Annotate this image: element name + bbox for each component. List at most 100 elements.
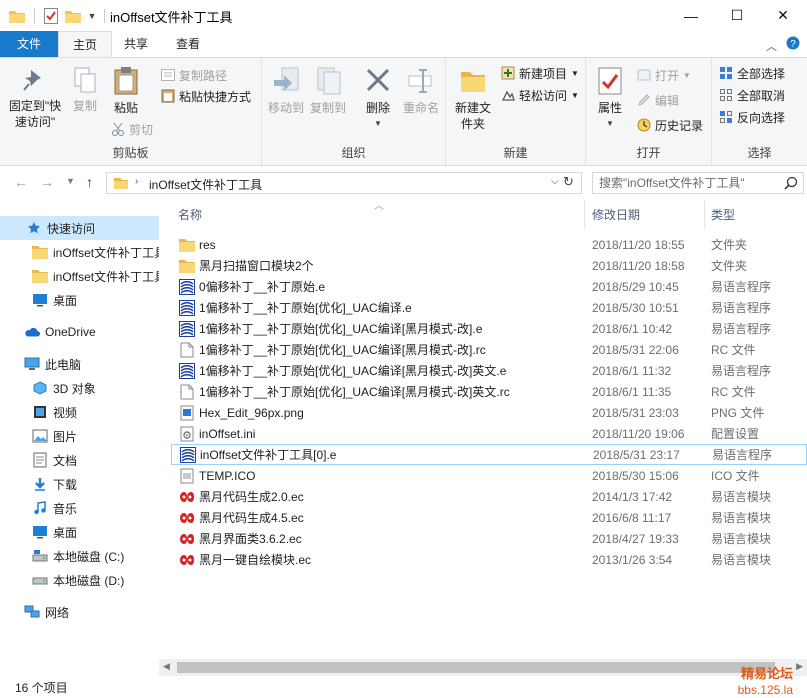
search-input[interactable]: 搜索"inOffset文件补丁工具" [592, 172, 804, 194]
file-name: 1偏移补丁__补丁原始[优化]_UAC编译.e [199, 301, 412, 315]
paste-shortcut-button[interactable]: 粘贴快捷方式 [160, 86, 251, 106]
column-header-name[interactable]: 名称 [178, 206, 202, 223]
pin-quick-access-button[interactable]: 固定到"快速访问" [4, 66, 66, 130]
paste-button[interactable]: 粘贴 [106, 66, 146, 116]
easy-access-dropdown-icon: ▼ [571, 90, 579, 100]
file-row[interactable]: 1偏移补丁__补丁原始[优化]_UAC编译[黑月模式-改].e 2018/6/1 … [171, 318, 807, 339]
scroll-right-icon[interactable]: ▶ [796, 661, 803, 672]
copy-to-button[interactable]: 复制到 [308, 66, 348, 116]
forward-arrow-icon[interactable]: → [40, 174, 54, 190]
close-button[interactable]: ✕ [760, 0, 806, 31]
tab-share[interactable]: 共享 [110, 31, 162, 57]
file-name: 黑月一键自绘模块.ec [199, 553, 312, 567]
desktop-icon [32, 524, 48, 540]
nav-pictures[interactable]: 图片 [0, 424, 159, 448]
file-row[interactable]: inOffset文件补丁工具[0].e 2018/5/31 23:17 易语言程序 [171, 444, 807, 465]
open-button[interactable]: 打开 ▼ [636, 65, 691, 85]
file-row[interactable]: res 2018/11/20 18:55 文件夹 [171, 234, 807, 255]
file-row[interactable]: 1偏移补丁__补丁原始[优化]_UAC编译.e 2018/5/30 10:51 易语… [171, 297, 807, 318]
new-folder-quick-icon[interactable] [64, 7, 82, 25]
nav-drive-d[interactable]: 本地磁盘 (D:) [0, 568, 159, 592]
history-button[interactable]: 历史记录 [636, 115, 703, 135]
new-item-button[interactable]: 新建项目 ▼ [500, 63, 579, 83]
nav-documents[interactable]: 文档 [0, 448, 159, 472]
address-dropdown-icon[interactable]: ⌵ [551, 176, 559, 187]
nav-desktop[interactable]: 桌面 [0, 520, 159, 544]
nav-videos[interactable]: 视频 [0, 400, 159, 424]
copy-path-button[interactable]: 复制路径 [160, 65, 227, 85]
delete-button[interactable]: 删除 ▼ [358, 66, 398, 132]
nav-network[interactable]: 网络 [0, 600, 159, 624]
file-date: 2018/5/30 15:06 [592, 468, 679, 483]
collapse-ribbon-icon[interactable]: ︿ [766, 38, 777, 54]
select-none-button[interactable]: 全部取消 [718, 85, 785, 105]
file-row[interactable]: 黑月代码生成2.0.ec 2014/1/3 17:42 易语言模块 [171, 486, 807, 507]
help-icon[interactable]: ? [786, 36, 800, 53]
properties-quick-icon[interactable] [42, 7, 60, 25]
refresh-icon[interactable]: ↻ [563, 174, 579, 192]
file-row[interactable]: 黑月扫描窗口模块2个 2018/11/20 18:58 文件夹 [171, 255, 807, 276]
nav-desktop-pinned[interactable]: 桌面 [0, 288, 159, 312]
rename-button[interactable]: 重命名 [400, 66, 442, 116]
nav-onedrive[interactable]: OneDrive [0, 320, 159, 344]
file-row[interactable]: 1偏移补丁__补丁原始[优化]_UAC编译[黑月模式-改]英文.e 2018/6/… [171, 360, 807, 381]
breadcrumb-current[interactable]: inOffset文件补丁工具 [149, 176, 262, 193]
file-row[interactable]: TEMP.ICO 2018/5/30 15:06 ICO 文件 [171, 465, 807, 486]
rc-file-icon [179, 342, 195, 358]
address-box[interactable]: › inOffset文件补丁工具 ⌵ [106, 172, 582, 194]
breadcrumb-chevron-icon[interactable]: › [135, 176, 138, 187]
rc-file-icon [179, 384, 195, 400]
file-row[interactable]: 0偏移补丁__补丁原始.e 2018/5/29 10:45 易语言程序 [171, 276, 807, 297]
column-header-type[interactable]: 类型 [711, 206, 735, 223]
tab-view[interactable]: 查看 [162, 31, 214, 57]
move-to-button[interactable]: 移动到 [266, 66, 306, 116]
file-row[interactable]: 黑月界面类3.6.2.ec 2018/4/27 19:33 易语言模块 [171, 528, 807, 549]
file-row[interactable]: 黑月一键自绘模块.ec 2013/1/26 3:54 易语言模块 [171, 549, 807, 570]
ribbon-tabs: 文件 主页 共享 查看 ︿ ? [0, 31, 807, 58]
nav-this-pc[interactable]: 此电脑 [0, 352, 159, 376]
select-all-button[interactable]: 全部选择 [718, 63, 785, 83]
folder-icon [32, 268, 48, 284]
file-row[interactable]: 黑月代码生成4.5.ec 2016/6/8 11:17 易语言模块 [171, 507, 807, 528]
easy-access-button[interactable]: 轻松访问 ▼ [500, 85, 579, 105]
desktop-icon [32, 292, 48, 308]
ec-module-icon [179, 510, 195, 526]
column-header-date[interactable]: 修改日期 [592, 206, 640, 223]
horizontal-scrollbar[interactable]: ◀ ▶ [159, 659, 807, 676]
scrollbar-thumb[interactable] [177, 662, 775, 673]
file-date: 2018/6/1 11:35 [592, 384, 672, 399]
copy-button[interactable]: 复制 [66, 66, 104, 114]
properties-dropdown-icon[interactable]: ▼ [590, 116, 630, 132]
tab-file[interactable]: 文件 [0, 31, 58, 57]
select-all-icon [718, 65, 734, 81]
cut-button[interactable]: 剪切 [110, 119, 153, 139]
recent-locations-dropdown-icon[interactable]: ▼ [66, 176, 75, 186]
file-row[interactable]: 1偏移补丁__补丁原始[优化]_UAC编译[黑月模式-改].rc 2018/5/3… [171, 339, 807, 360]
edit-button[interactable]: 编辑 [636, 90, 679, 110]
nav-pinned-item[interactable]: inOffset文件补丁工具 [0, 264, 159, 288]
invert-selection-button[interactable]: 反向选择 [718, 107, 785, 127]
file-row[interactable]: Hex_Edit_96px.png 2018/5/31 23:03 PNG 文件 [171, 402, 807, 423]
tab-home[interactable]: 主页 [58, 31, 113, 58]
new-folder-button[interactable]: 新建文件夹 [450, 66, 496, 132]
nav-drive-c[interactable]: 本地磁盘 (C:) [0, 544, 159, 568]
nav-3d-objects[interactable]: 3D 对象 [0, 376, 159, 400]
up-arrow-icon[interactable]: ↑ [86, 174, 93, 190]
watermark-url: bbs.125.la [737, 683, 793, 697]
nav-quick-access[interactable]: 快速访问 [0, 216, 159, 240]
minimize-button[interactable]: — [668, 0, 714, 31]
back-arrow-icon[interactable]: ← [14, 174, 28, 190]
nav-music[interactable]: 音乐 [0, 496, 159, 520]
customize-dropdown-icon[interactable]: ▼ [86, 7, 98, 25]
delete-dropdown-icon[interactable]: ▼ [358, 116, 398, 132]
maximize-button[interactable]: ☐ [714, 0, 760, 31]
properties-button[interactable]: 属性 ▼ [590, 66, 630, 132]
column-divider[interactable] [584, 200, 585, 229]
scroll-left-icon[interactable]: ◀ [163, 661, 170, 672]
nav-downloads[interactable]: 下载 [0, 472, 159, 496]
file-row[interactable]: 1偏移补丁__补丁原始[优化]_UAC编译[黑月模式-改]英文.rc 2018/6… [171, 381, 807, 402]
file-name: 1偏移补丁__补丁原始[优化]_UAC编译[黑月模式-改]英文.rc [199, 385, 510, 399]
nav-pinned-item[interactable]: inOffset文件补丁工具 [0, 240, 159, 264]
file-row[interactable]: inOffset.ini 2018/11/20 19:06 配置设置 [171, 423, 807, 444]
column-divider[interactable] [704, 200, 705, 229]
